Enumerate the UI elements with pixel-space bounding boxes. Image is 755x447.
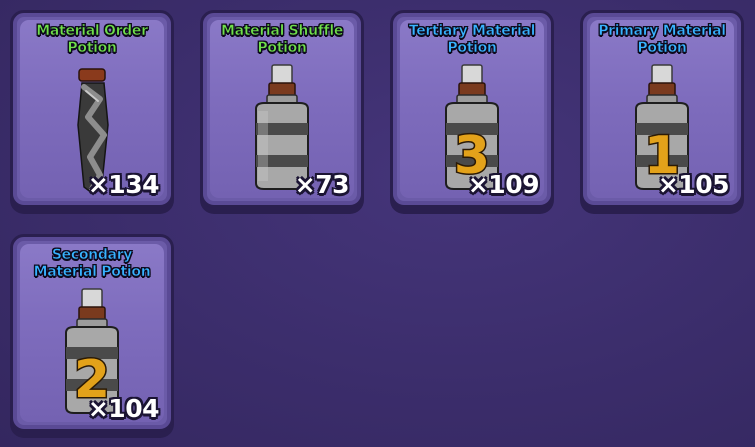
item-card-tertiary-material-potion[interactable]: Tertiary Material Potion 3 ×109 [390,10,554,208]
item-title: Primary Material Potion [598,23,727,57]
item-count: ×134 [87,170,160,199]
item-count: ×104 [87,394,160,423]
item-title: Material Order Potion [36,23,148,57]
item-count: ×109 [467,170,540,199]
item-card-material-shuffle-potion[interactable]: Material Shuffle Potion ×73 [200,10,364,208]
item-title: Secondary Material Potion [33,247,151,281]
item-title: Tertiary Material Potion [408,23,536,57]
item-card-material-order-potion[interactable]: Material Order Potion ×134 [10,10,174,208]
item-count: ×105 [657,170,730,199]
item-card-primary-material-potion[interactable]: Primary Material Potion 1 ×105 [580,10,744,208]
item-title: Material Shuffle Potion [220,23,344,57]
item-count: ×73 [294,170,350,199]
item-card-secondary-material-potion[interactable]: Secondary Material Potion 2 ×104 [10,234,174,432]
